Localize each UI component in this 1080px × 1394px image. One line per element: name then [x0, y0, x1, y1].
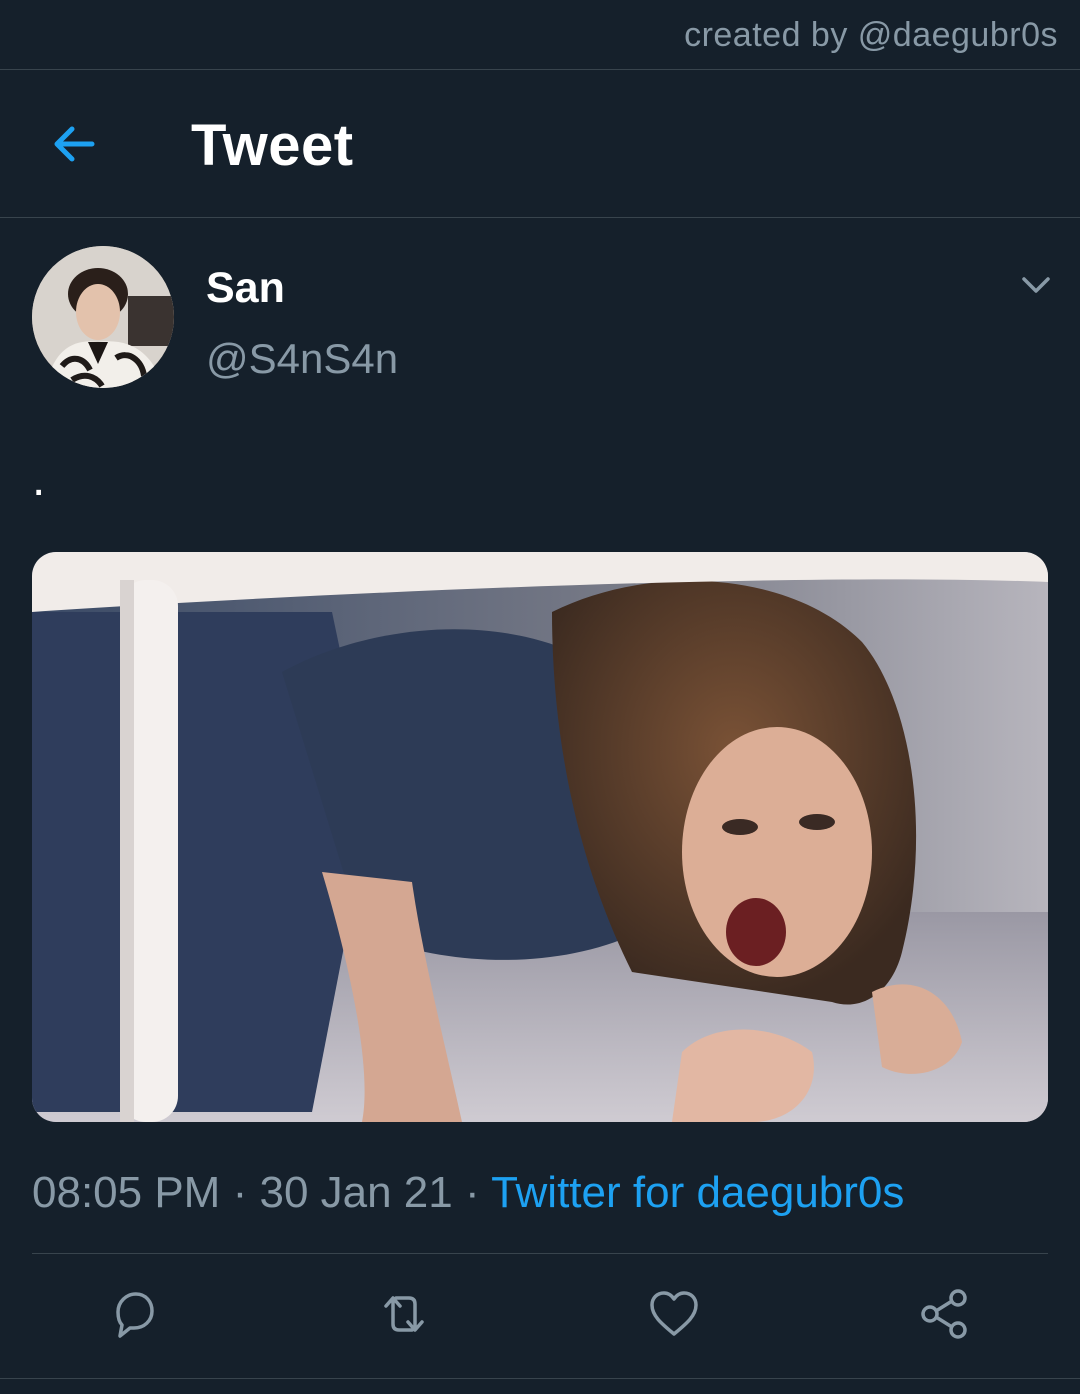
top-app-bar: Tweet — [0, 70, 1080, 218]
tweet-time: 08:05 PM — [32, 1168, 221, 1217]
media-illustration — [32, 552, 1048, 1122]
retweet-icon[interactable] — [374, 1284, 434, 1344]
credit-text: created by @daegubr0s — [684, 16, 1058, 54]
tweet-date: 30 Jan 21 — [259, 1168, 453, 1217]
tweet-actions-bar — [0, 1284, 1080, 1344]
reply-icon[interactable] — [104, 1284, 164, 1344]
tweet-media-photo[interactable] — [32, 552, 1048, 1122]
avatar-photo — [32, 246, 174, 388]
chevron-down-icon[interactable] — [1016, 268, 1056, 302]
tweet-text: . — [32, 453, 46, 506]
tweet-source-link[interactable]: Twitter for daegubr0s — [491, 1168, 904, 1217]
tweet-detail-screen: created by @daegubr0s Tweet San @S4nS4n … — [0, 0, 1080, 1394]
meta-separator: · — [232, 1168, 248, 1217]
credit-bar: created by @daegubr0s — [0, 0, 1080, 70]
author-display-name[interactable]: San — [206, 264, 285, 313]
avatar[interactable] — [32, 246, 174, 388]
tweet-meta: 08:05 PM · 30 Jan 21 · Twitter for daegu… — [32, 1168, 904, 1218]
divider — [0, 1378, 1080, 1379]
meta-separator: · — [464, 1168, 480, 1217]
divider — [32, 1253, 1048, 1254]
arrow-left-icon[interactable] — [48, 118, 100, 170]
author-handle[interactable]: @S4nS4n — [206, 335, 398, 383]
page-title: Tweet — [191, 113, 354, 178]
share-icon[interactable] — [914, 1284, 974, 1344]
like-icon[interactable] — [644, 1284, 704, 1344]
